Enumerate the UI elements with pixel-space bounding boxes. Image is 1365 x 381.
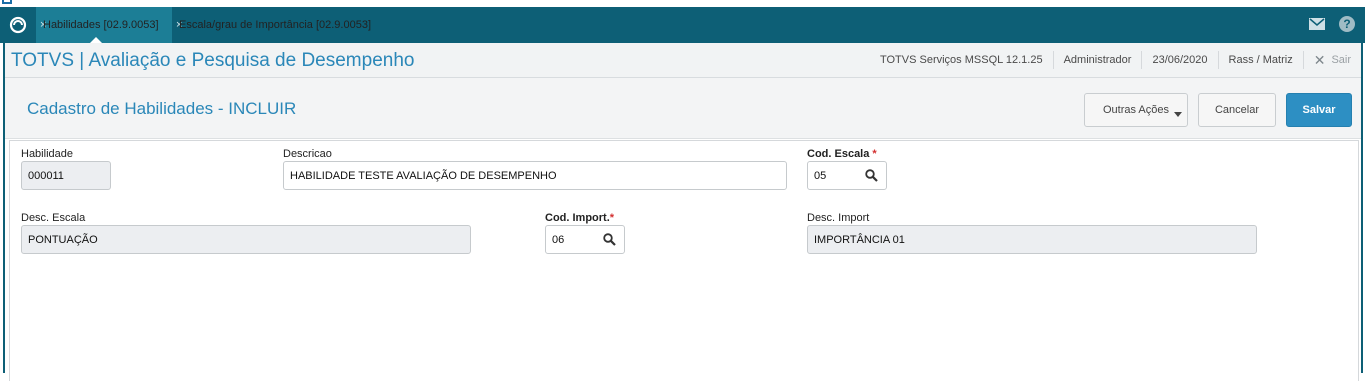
app-logo-icon[interactable]: [8, 15, 28, 35]
habilidade-value: 000011: [28, 169, 64, 182]
search-icon[interactable]: [603, 233, 616, 249]
desc-import-field[interactable]: IMPORTÂNCIA 01: [807, 225, 1257, 254]
required-marker: *: [872, 148, 877, 160]
desc-escala-value: PONTUAÇÃO: [28, 233, 98, 246]
user-label[interactable]: Administrador: [1052, 51, 1142, 69]
tab-label: Escala/grau de Importância [02.9.0053]: [179, 19, 372, 31]
branch-label[interactable]: Rass / Matriz: [1217, 51, 1303, 69]
desc-escala-field[interactable]: PONTUAÇÃO: [21, 225, 471, 254]
descricao-value: HABILIDADE TESTE AVALIAÇÃO DE DESEMPENHO: [290, 169, 557, 182]
cancel-button[interactable]: Cancelar: [1198, 93, 1276, 127]
cod-escala-value: 05: [814, 169, 827, 182]
tab-habilidades[interactable]: Habilidades [02.9.0053] ×: [36, 7, 172, 43]
close-icon: ✕: [1313, 51, 1326, 68]
more-actions-label: Outras Ações: [1102, 104, 1170, 116]
exit-button[interactable]: ✕ Sair: [1302, 51, 1361, 69]
save-button[interactable]: Salvar: [1286, 93, 1352, 127]
tab-label: Habilidades [02.9.0053]: [43, 19, 159, 31]
app-title: TOTVS | Avaliação e Pesquisa de Desempen…: [11, 50, 415, 71]
page-title: Cadastro de Habilidades - INCLUIR: [27, 99, 297, 118]
desc-import-value: IMPORTÂNCIA 01: [814, 233, 905, 246]
environment-label: TOTVS Serviços MSSQL 12.1.25: [879, 54, 1043, 66]
cod-import-label-text: Cod. Import.: [545, 212, 610, 224]
required-marker: *: [609, 212, 615, 224]
descricao-field[interactable]: HABILIDADE TESTE AVALIAÇÃO DE DESEMPENHO: [283, 161, 787, 190]
cod-import-value: 06: [552, 233, 565, 246]
header-info: TOTVS Serviços MSSQL 12.1.25 Administrad…: [870, 43, 1361, 77]
exit-label: Sair: [1331, 54, 1351, 66]
descricao-label: Descricao: [283, 148, 332, 160]
habilidade-label: Habilidade: [21, 148, 73, 160]
cod-import-label: Cod. Import.*: [545, 212, 614, 224]
window-top-strip: [0, 0, 1365, 7]
chevron-down-icon: [1174, 112, 1182, 117]
desc-escala-label: Desc. Escala: [21, 212, 86, 224]
date-label[interactable]: 23/06/2020: [1141, 51, 1217, 69]
save-label: Salvar: [1302, 104, 1336, 116]
tab-bar: Habilidades [02.9.0053] × Escala/grau de…: [0, 7, 1365, 43]
window-icon: [2, 0, 12, 4]
habilidade-field[interactable]: 000011: [21, 161, 111, 190]
mail-icon[interactable]: [1309, 17, 1325, 35]
desc-import-label: Desc. Import: [807, 212, 870, 224]
form-panel: Habilidade 000011 Descricao HABILIDADE T…: [9, 140, 1359, 381]
help-icon[interactable]: ?: [1339, 16, 1355, 32]
cancel-label: Cancelar: [1214, 104, 1260, 116]
more-actions-button[interactable]: Outras Ações: [1084, 93, 1188, 127]
cod-escala-label-text: Cod. Escala: [807, 148, 870, 160]
cod-escala-field[interactable]: 05: [807, 161, 887, 190]
cod-escala-label: Cod. Escala *: [807, 148, 877, 160]
search-icon[interactable]: [865, 169, 878, 185]
app-header: TOTVS | Avaliação e Pesquisa de Desempen…: [5, 43, 1361, 78]
app-frame: TOTVS | Avaliação e Pesquisa de Desempen…: [3, 43, 1363, 381]
page-title-bar: Cadastro de Habilidades - INCLUIR Outras…: [5, 78, 1361, 139]
cod-import-field[interactable]: 06: [545, 225, 625, 254]
tab-escala[interactable]: Escala/grau de Importância [02.9.0053] ×: [172, 7, 382, 43]
